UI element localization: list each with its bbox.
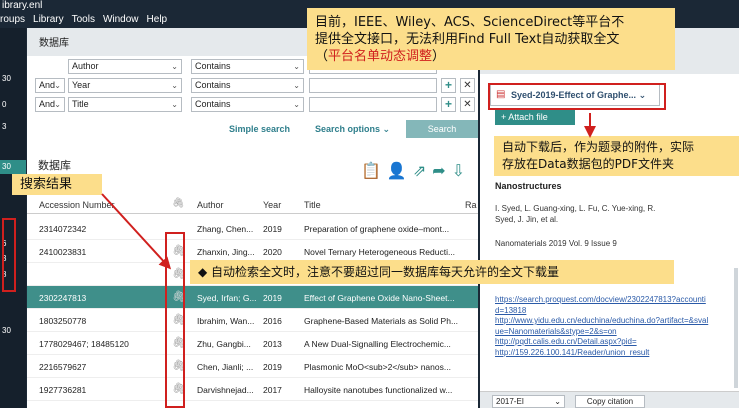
annotation-arrows	[101, 113, 596, 270]
arrow-to-attachments-column	[101, 193, 172, 270]
